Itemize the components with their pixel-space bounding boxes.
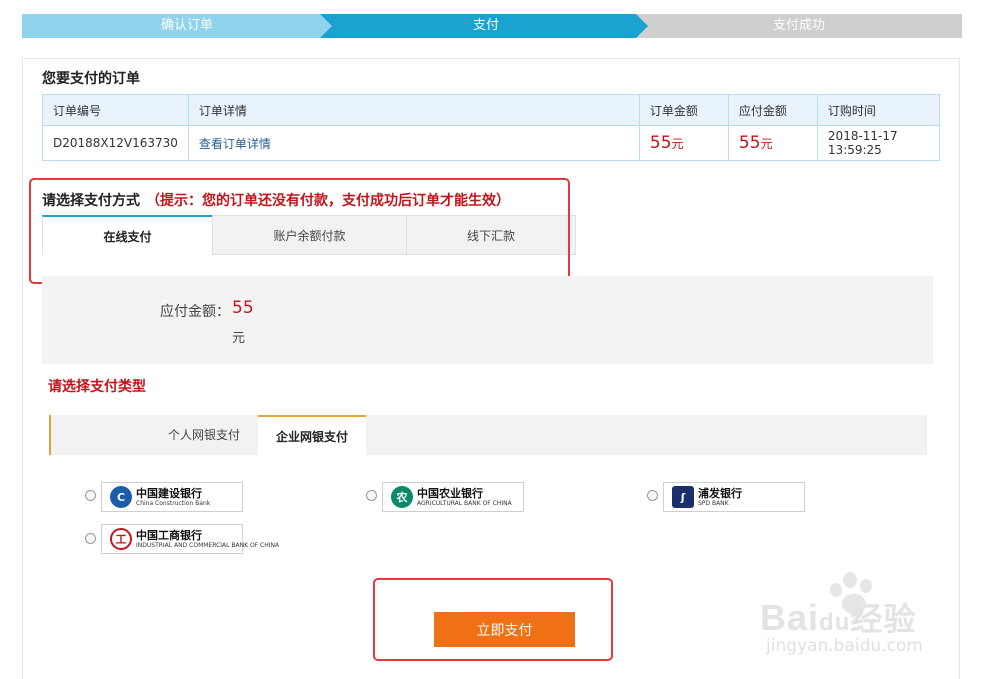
watermark-brand-part: Bai [760,597,820,638]
bank-option-icbc[interactable]: 工 中国工商银行 INDUSTRIAL AND COMMERCIAL BANK O… [101,524,279,554]
step-label: 支付 [472,18,499,33]
step-pay: 支付 [320,14,650,38]
step-confirm-order: 确认订单 [22,14,334,38]
bank-option-abc[interactable]: 农 中国农业银行 AGRICULTURAL BANK OF CHINA [382,482,524,512]
tab-personal-banking[interactable]: 个人网银支付 [150,415,258,455]
step-label: 确认订单 [160,18,213,33]
order-amount: 55 [649,133,672,153]
order-time: 2018-11-17 13:59:25 [816,125,941,161]
col-order-amount: 订单金额 [638,94,729,126]
bank-name: 中国工商银行 [136,528,202,542]
bank-name-en: SPD BANK [698,499,729,507]
spdb-logo-icon: ʃ [672,486,694,508]
step-pay-success: 支付成功 [636,14,962,38]
ccb-logo-icon: C [110,486,132,508]
bank-option-ccb[interactable]: C 中国建设银行 China Construction Bank [101,482,243,512]
table-row: D20188X12V163730 查看订单详情 55元 55元 2018-11-… [42,125,941,161]
order-id: D20188X12V163730 [42,125,189,161]
radio-spdb[interactable] [647,490,658,501]
order-table: 订单编号 订单详情 订单金额 应付金额 订购时间 D20188X12V16373… [42,94,941,161]
currency-unit: 元 [671,137,684,151]
bank-name: 中国农业银行 [417,486,483,500]
highlight-box-payment-method [29,178,570,284]
tab-corporate-banking[interactable]: 企业网银支付 [258,415,366,455]
bank-name: 中国建设银行 [136,486,202,500]
radio-icbc[interactable] [85,533,96,544]
radio-ccb[interactable] [85,490,96,501]
bank-option-spdb[interactable]: ʃ 浦发银行 SPD BANK [663,482,805,512]
baidu-watermark: Baidu经验 jingyan.baidu.com [760,572,950,662]
order-detail-cell: 查看订单详情 [187,125,640,161]
pay-now-button[interactable]: 立即支付 [434,612,575,647]
currency-unit: 元 [760,137,773,151]
bank-name-en: China Construction Bank [136,499,211,507]
watermark-cn: 经验 [850,601,917,637]
col-order-id: 订单编号 [42,94,189,126]
col-order-time: 订购时间 [816,94,941,126]
radio-abc[interactable] [366,490,377,501]
progress-steps: 确认订单 支付 支付成功 [22,14,962,38]
order-amount-cell: 55元 [638,125,729,161]
bank-name-en: INDUSTRIAL AND COMMERCIAL BANK OF CHINA [136,541,280,549]
table-header-row: 订单编号 订单详情 订单金额 应付金额 订购时间 [42,94,941,126]
bank-name: 浦发银行 [698,486,742,500]
step-label: 支付成功 [772,18,825,33]
amount-label: 应付金额： [160,304,230,320]
col-payable-amount: 应付金额 [727,94,818,126]
payable-amount-cell: 55元 [727,125,818,161]
amount-value: 55 [232,298,254,318]
view-order-detail-link[interactable]: 查看订单详情 [199,137,271,151]
col-order-detail: 订单详情 [187,94,640,126]
amount-unit: 元 [232,331,246,346]
watermark-url: jingyan.baidu.com [766,636,923,656]
watermark-brand: Baidu经验 [760,594,916,640]
payment-type-title: 请选择支付类型 [48,379,146,395]
abc-logo-icon: 农 [391,486,413,508]
order-section-title: 您要支付的订单 [42,71,140,87]
watermark-brand-part: du [819,609,851,636]
payable-amount: 55 [738,133,761,153]
bank-name-en: AGRICULTURAL BANK OF CHINA [417,499,512,507]
icbc-logo-icon: 工 [110,528,132,550]
